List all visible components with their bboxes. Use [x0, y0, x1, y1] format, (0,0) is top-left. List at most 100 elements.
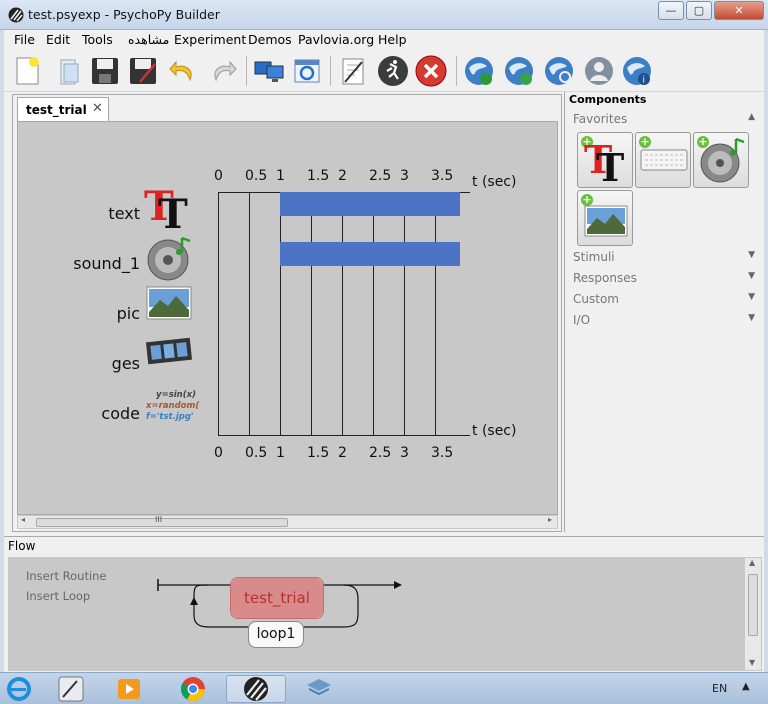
- tray-expand-icon[interactable]: ▲: [742, 681, 750, 692]
- flow-loop-loop1[interactable]: loop1: [248, 621, 304, 648]
- scroll-up-icon[interactable]: ▲: [749, 558, 755, 567]
- category-label: Responses: [573, 271, 637, 285]
- toolbar-divider: [456, 56, 457, 86]
- pavlovia-refresh-icon[interactable]: [502, 54, 536, 88]
- component-duration-bar[interactable]: [280, 192, 460, 216]
- svg-text:i: i: [643, 76, 646, 86]
- flow-title: Flow: [8, 539, 36, 553]
- timeline-grid: 0 0 0.5 0.5 1 1 1.5 1.5 2 2 2.5 2.5 3 3 3.5 3.5 t (sec) t…: [18, 122, 559, 516]
- scroll-thumb[interactable]: III: [36, 515, 288, 527]
- svg-text:T: T: [596, 145, 624, 185]
- menu-edit[interactable]: Edit: [46, 32, 70, 47]
- close-button[interactable]: ✕: [714, 1, 764, 20]
- chevron-down-icon: ▼: [748, 250, 755, 260]
- pavlovia-search-icon[interactable]: [542, 54, 576, 88]
- save-icon[interactable]: [88, 54, 122, 88]
- add-text-component-button[interactable]: + TT: [577, 132, 633, 188]
- menu-tools[interactable]: Tools: [82, 32, 113, 47]
- experiment-settings-icon[interactable]: [290, 54, 324, 88]
- chrome-icon[interactable]: [166, 675, 220, 703]
- explorer-icon[interactable]: [290, 675, 348, 703]
- psychopy-icon[interactable]: [226, 675, 286, 703]
- ie-icon[interactable]: [0, 675, 46, 703]
- category-responses[interactable]: Responses ▼: [573, 271, 755, 285]
- time-tick-label: 1.5: [307, 168, 330, 184]
- scroll-right-icon[interactable]: ▸: [548, 515, 552, 524]
- add-sound-component-button[interactable]: +: [693, 132, 749, 188]
- stop-icon[interactable]: [414, 54, 448, 88]
- tab-label: test_trial: [26, 103, 87, 117]
- time-gridline: [249, 192, 250, 435]
- insert-routine-button[interactable]: Insert Routine: [26, 569, 107, 583]
- media-player-icon[interactable]: [102, 675, 156, 703]
- undo-icon[interactable]: [166, 54, 200, 88]
- time-tick-label: 1: [276, 168, 285, 184]
- category-io[interactable]: I/O ▼: [573, 313, 755, 327]
- vertical-scrollbar[interactable]: ▲ ▼: [744, 557, 762, 671]
- category-stimuli[interactable]: Stimuli ▼: [573, 250, 755, 264]
- time-gridline: [404, 192, 405, 435]
- menu-file[interactable]: File: [14, 32, 35, 47]
- time-tick-label: 3.5: [431, 168, 454, 184]
- category-label: Stimuli: [573, 250, 615, 264]
- chevron-down-icon: ▼: [748, 292, 755, 302]
- scroll-left-icon[interactable]: ◂: [21, 515, 25, 524]
- time-gridline: [218, 192, 219, 435]
- routine-timeline[interactable]: TT y=sin(x) x=random( f='tst.jpg' text s…: [17, 121, 558, 515]
- menu-demos[interactable]: Demos: [248, 32, 292, 47]
- category-custom[interactable]: Custom ▼: [573, 292, 755, 306]
- category-label: Custom: [573, 292, 619, 306]
- minimize-button[interactable]: —: [658, 1, 684, 20]
- window-title: test.psyexp - PsychoPy Builder: [28, 7, 220, 22]
- category-favorites[interactable]: Favorites ▲: [573, 112, 755, 126]
- toolbar-divider: [246, 56, 247, 86]
- component-duration-bar[interactable]: [280, 242, 460, 266]
- language-indicator[interactable]: EN: [712, 682, 727, 695]
- open-file-icon[interactable]: [52, 54, 86, 88]
- monitor-center-icon[interactable]: [252, 54, 286, 88]
- tool-icon[interactable]: [44, 675, 98, 703]
- save-as-icon[interactable]: [126, 54, 160, 88]
- time-tick-label: 0.5: [245, 445, 268, 461]
- time-gridline: [373, 192, 374, 435]
- new-file-icon[interactable]: [10, 54, 44, 88]
- time-axis: [218, 435, 470, 436]
- tab-test-trial[interactable]: test_trial ✕: [17, 97, 109, 121]
- category-label: I/O: [573, 313, 591, 327]
- maximize-button[interactable]: ▢: [686, 1, 712, 20]
- horizontal-scrollbar[interactable]: ◂ III ▸: [17, 515, 558, 529]
- menu-experiment[interactable]: Experiment: [174, 32, 246, 47]
- routine-panel: test_trial ✕ TT y=sin(x) x=random( f='ts…: [12, 94, 562, 532]
- time-tick-label: 2: [338, 445, 347, 461]
- pavlovia-sync-icon[interactable]: [462, 54, 496, 88]
- scroll-thumb[interactable]: [748, 574, 758, 636]
- insert-loop-button[interactable]: Insert Loop: [26, 589, 90, 603]
- flow-panel: Flow Insert Routine Insert Loop test_tri…: [4, 536, 764, 672]
- pavlovia-user-icon[interactable]: [582, 54, 616, 88]
- toolbar-divider: [330, 56, 331, 86]
- time-tick-label: 2: [338, 168, 347, 184]
- menu-pavlovia[interactable]: Pavlovia.org: [298, 32, 374, 47]
- scroll-grip: III: [155, 515, 163, 524]
- menu-help[interactable]: Help: [378, 32, 407, 47]
- time-tick-label: 2.5: [369, 445, 392, 461]
- add-keyboard-component-button[interactable]: +: [635, 132, 691, 188]
- time-tick-label: 1.5: [307, 445, 330, 461]
- pavlovia-info-icon[interactable]: i: [620, 54, 654, 88]
- tab-close-icon[interactable]: ✕: [92, 101, 103, 116]
- flow-routine-test-trial[interactable]: test_trial: [230, 577, 324, 619]
- time-tick-label: 3: [400, 445, 409, 461]
- flow-routine-label: test_trial: [244, 589, 310, 607]
- time-tick-label: 1: [276, 445, 285, 461]
- time-gridline: [311, 192, 312, 435]
- psychopy-app-icon: [8, 7, 24, 23]
- scroll-down-icon[interactable]: ▼: [749, 658, 755, 667]
- flow-canvas[interactable]: Insert Routine Insert Loop test_trial lo…: [8, 557, 744, 671]
- compile-script-icon[interactable]: [336, 54, 370, 88]
- time-unit-label: t (sec): [472, 423, 517, 439]
- run-icon[interactable]: [376, 54, 410, 88]
- add-image-component-button[interactable]: +: [577, 190, 633, 246]
- menu-view[interactable]: مشاهده: [128, 32, 169, 47]
- taskbar: EN ▲: [0, 672, 768, 704]
- redo-icon[interactable]: [206, 54, 240, 88]
